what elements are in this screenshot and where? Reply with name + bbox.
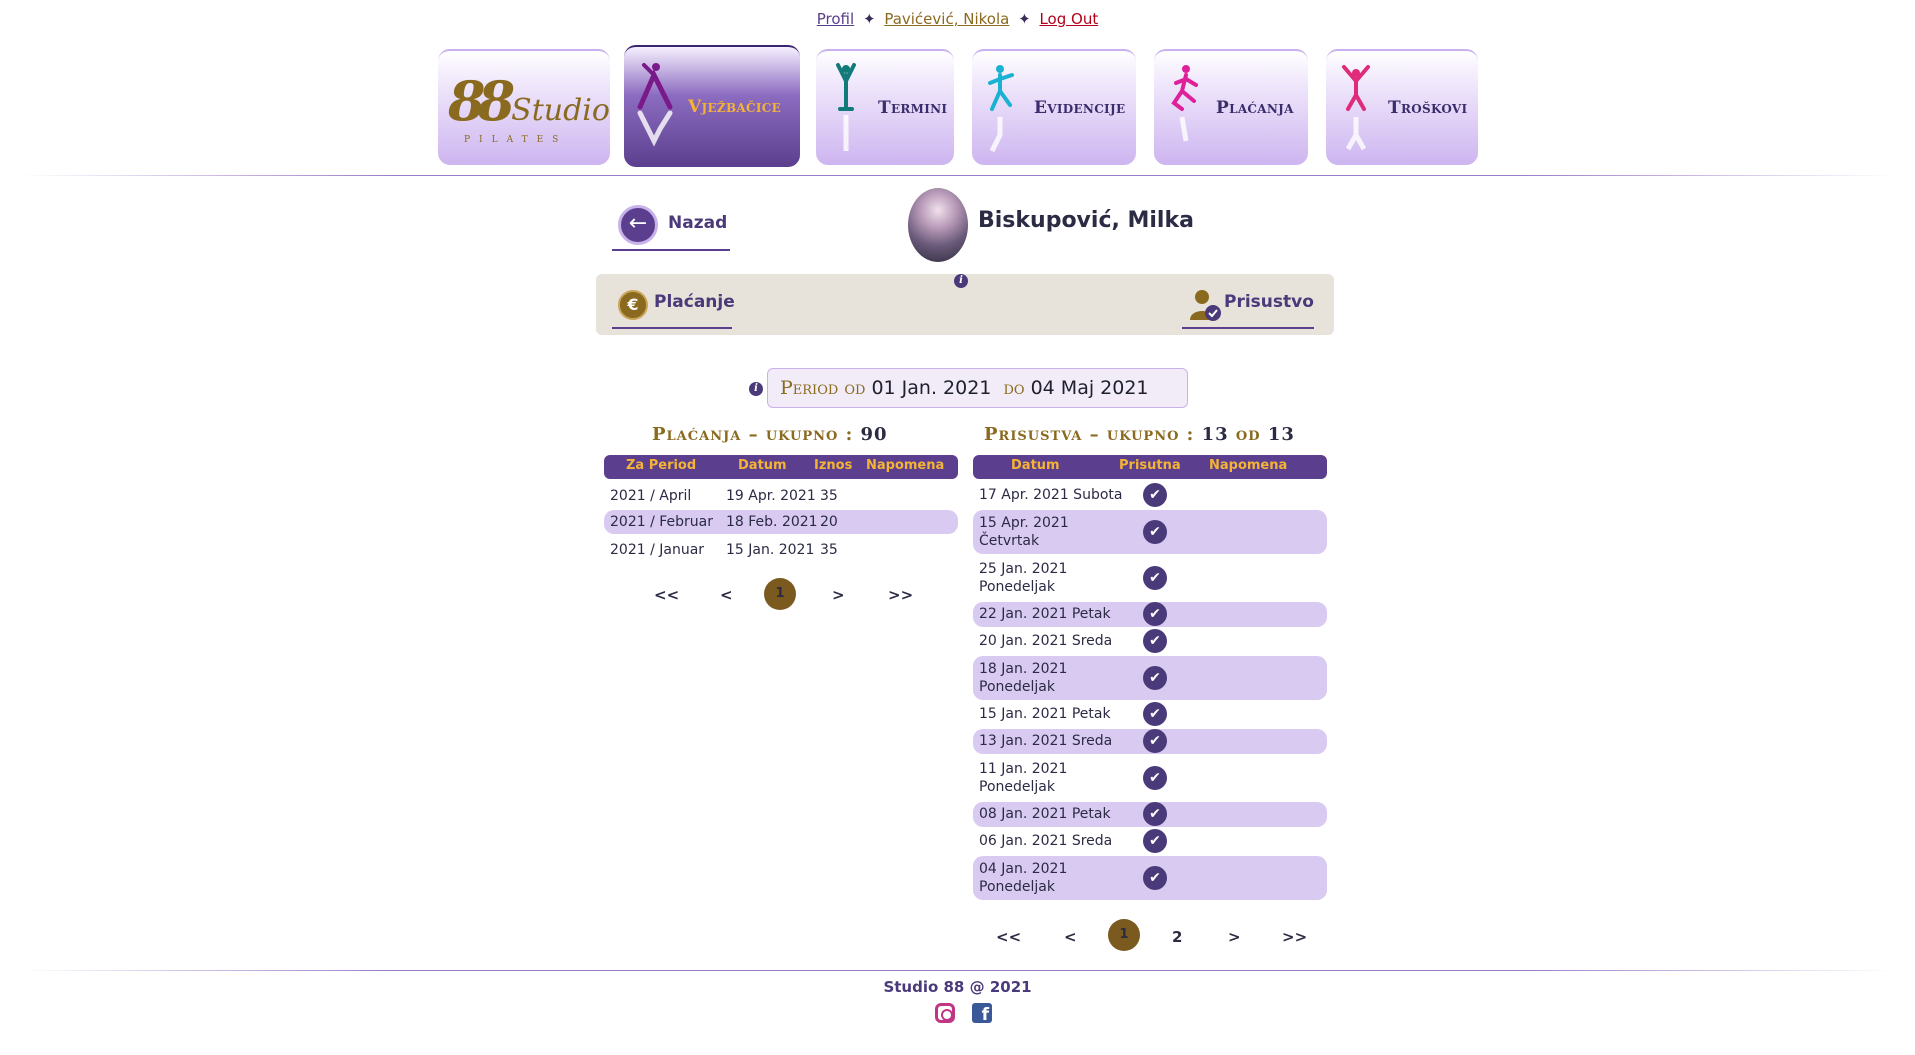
pager-next[interactable]: > bbox=[1228, 928, 1241, 946]
squat-figure-icon bbox=[1171, 65, 1198, 142]
table-row: 2021 / Februar 18 Feb. 2021 20 bbox=[604, 510, 958, 534]
logo-tile[interactable]: 88 Studio PILATES bbox=[438, 49, 610, 165]
check-icon: ✔ bbox=[1143, 729, 1167, 753]
pager-prev[interactable]: < bbox=[1064, 928, 1077, 946]
table-row: 15 Jan. 2021 Petak ✔ bbox=[973, 702, 1327, 727]
info-icon[interactable]: i bbox=[749, 382, 763, 396]
standing-figure-icon bbox=[836, 63, 856, 151]
pager-prev[interactable]: < bbox=[720, 586, 733, 604]
period-label: Period od bbox=[780, 377, 866, 399]
current-user-link[interactable]: Pavićević, Nikola bbox=[884, 10, 1009, 28]
table-row: 11 Jan. 2021 Ponedeljak ✔ bbox=[973, 756, 1327, 800]
check-icon: ✔ bbox=[1143, 866, 1167, 890]
back-label: Nazad bbox=[668, 213, 728, 233]
attendance-count: 13 bbox=[1201, 424, 1229, 445]
table-row: 15 Apr. 2021 Četvrtak ✔ bbox=[973, 510, 1327, 554]
table-row: 13 Jan. 2021 Sreda ✔ bbox=[973, 729, 1327, 754]
check-icon: ✔ bbox=[1143, 566, 1167, 590]
pager-next[interactable]: > bbox=[832, 586, 845, 604]
check-icon: ✔ bbox=[1143, 666, 1167, 690]
nav-label: Vježbačice bbox=[688, 97, 782, 117]
separator-star-icon: ✦ bbox=[862, 10, 876, 28]
nav-label: Evidencije bbox=[1034, 98, 1126, 118]
footer-text: Studio 88 @ 2021 bbox=[883, 978, 1032, 996]
nav-evidencije[interactable]: Evidencije bbox=[972, 49, 1136, 165]
check-icon: ✔ bbox=[1143, 829, 1167, 853]
header-divider bbox=[20, 175, 1895, 176]
studio88-logo: 88 Studio PILATES bbox=[448, 69, 610, 145]
table-row: 22 Jan. 2021 Petak ✔ bbox=[973, 602, 1327, 627]
instagram-icon[interactable] bbox=[935, 1003, 955, 1023]
info-icon[interactable]: i bbox=[954, 274, 968, 288]
separator-star-icon: ✦ bbox=[1018, 10, 1031, 28]
table-row: 25 Jan. 2021 Ponedeljak ✔ bbox=[973, 556, 1327, 600]
facebook-icon[interactable]: f bbox=[972, 1003, 992, 1025]
pager-first[interactable]: << bbox=[654, 586, 679, 604]
profile-link[interactable]: Profil bbox=[817, 10, 854, 28]
payments-heading: Plaćanja – ukupno : 90 bbox=[652, 424, 888, 445]
pager-last[interactable]: >> bbox=[888, 586, 913, 604]
table-row: 2021 / Januar 15 Jan. 2021 35 bbox=[610, 542, 838, 558]
table-row: 17 Apr. 2021 Subota ✔ bbox=[973, 482, 1327, 508]
payments-total: 90 bbox=[860, 424, 888, 445]
check-icon: ✔ bbox=[1143, 629, 1167, 653]
table-row: 08 Jan. 2021 Petak ✔ bbox=[973, 802, 1327, 827]
back-button[interactable]: ← Nazad bbox=[612, 203, 730, 251]
table-row: 20 Jan. 2021 Sreda ✔ bbox=[973, 629, 1327, 654]
payment-button[interactable]: € Plaćanje bbox=[612, 284, 735, 329]
action-bar: i € Plaćanje Prisustvo bbox=[596, 274, 1334, 335]
check-icon: ✔ bbox=[1143, 702, 1167, 726]
attendance-heading: Prisustva – ukupno : 13 od 13 bbox=[984, 424, 1295, 445]
attendance-table-header: Datum Prisutna Napomena bbox=[973, 455, 1327, 479]
back-arrow-icon: ← bbox=[618, 205, 658, 245]
person-name: Biskupović, Milka bbox=[978, 208, 1194, 233]
payments-table-header: Za Period Datum Iznos Napomena bbox=[604, 455, 958, 479]
nav-placanja[interactable]: Plaćanja bbox=[1154, 49, 1308, 165]
payment-label: Plaćanje bbox=[654, 292, 735, 312]
check-icon: ✔ bbox=[1143, 802, 1167, 826]
nav-label: Plaćanja bbox=[1216, 98, 1294, 118]
nav-label: Troškovi bbox=[1388, 98, 1468, 118]
table-row: 18 Jan. 2021 Ponedeljak ✔ bbox=[973, 656, 1327, 700]
pager-current[interactable]: 1 bbox=[1108, 919, 1140, 951]
pager-page-2[interactable]: 2 bbox=[1172, 928, 1182, 946]
logout-link[interactable]: Log Out bbox=[1039, 10, 1098, 28]
table-row: 2021 / April 19 Apr. 2021 35 bbox=[610, 488, 838, 504]
check-icon: ✔ bbox=[1143, 520, 1167, 544]
avatar bbox=[908, 188, 968, 262]
table-row: 06 Jan. 2021 Sreda ✔ bbox=[973, 829, 1327, 854]
nav-troskovi[interactable]: Troškovi bbox=[1326, 49, 1478, 165]
period-to-label: do bbox=[1003, 377, 1025, 399]
nav-vjezbacice[interactable]: Vježbačice bbox=[624, 45, 800, 167]
footer-divider bbox=[20, 970, 1895, 971]
check-icon: ✔ bbox=[1143, 766, 1167, 790]
pager-last[interactable]: >> bbox=[1282, 928, 1307, 946]
workout-figure-icon bbox=[988, 65, 1014, 153]
euro-coin-icon: € bbox=[618, 290, 648, 320]
table-row: 04 Jan. 2021 Ponedeljak ✔ bbox=[973, 856, 1327, 900]
period-from: 01 Jan. 2021 bbox=[871, 377, 992, 399]
check-icon: ✔ bbox=[1143, 483, 1167, 507]
nav-label: Termini bbox=[878, 98, 948, 118]
pager-current[interactable]: 1 bbox=[764, 578, 796, 610]
period-to: 04 Maj 2021 bbox=[1030, 377, 1149, 399]
period-selector[interactable]: Period od 01 Jan. 2021 do 04 Maj 2021 bbox=[767, 368, 1188, 408]
attendance-label: Prisustvo bbox=[1224, 292, 1314, 312]
check-icon: ✔ bbox=[1143, 602, 1167, 626]
attendance-of: 13 bbox=[1267, 424, 1295, 445]
exercise-figure-icon bbox=[637, 63, 673, 147]
arms-up-figure-icon bbox=[1342, 65, 1370, 151]
pager-first[interactable]: << bbox=[996, 928, 1021, 946]
nav-termini[interactable]: Termini bbox=[816, 49, 954, 165]
attendance-button[interactable]: Prisustvo bbox=[1182, 284, 1314, 329]
attendance-user-check-icon bbox=[1190, 290, 1221, 321]
top-links: Profil ✦ Pavićević, Nikola ✦ Log Out bbox=[0, 10, 1915, 28]
